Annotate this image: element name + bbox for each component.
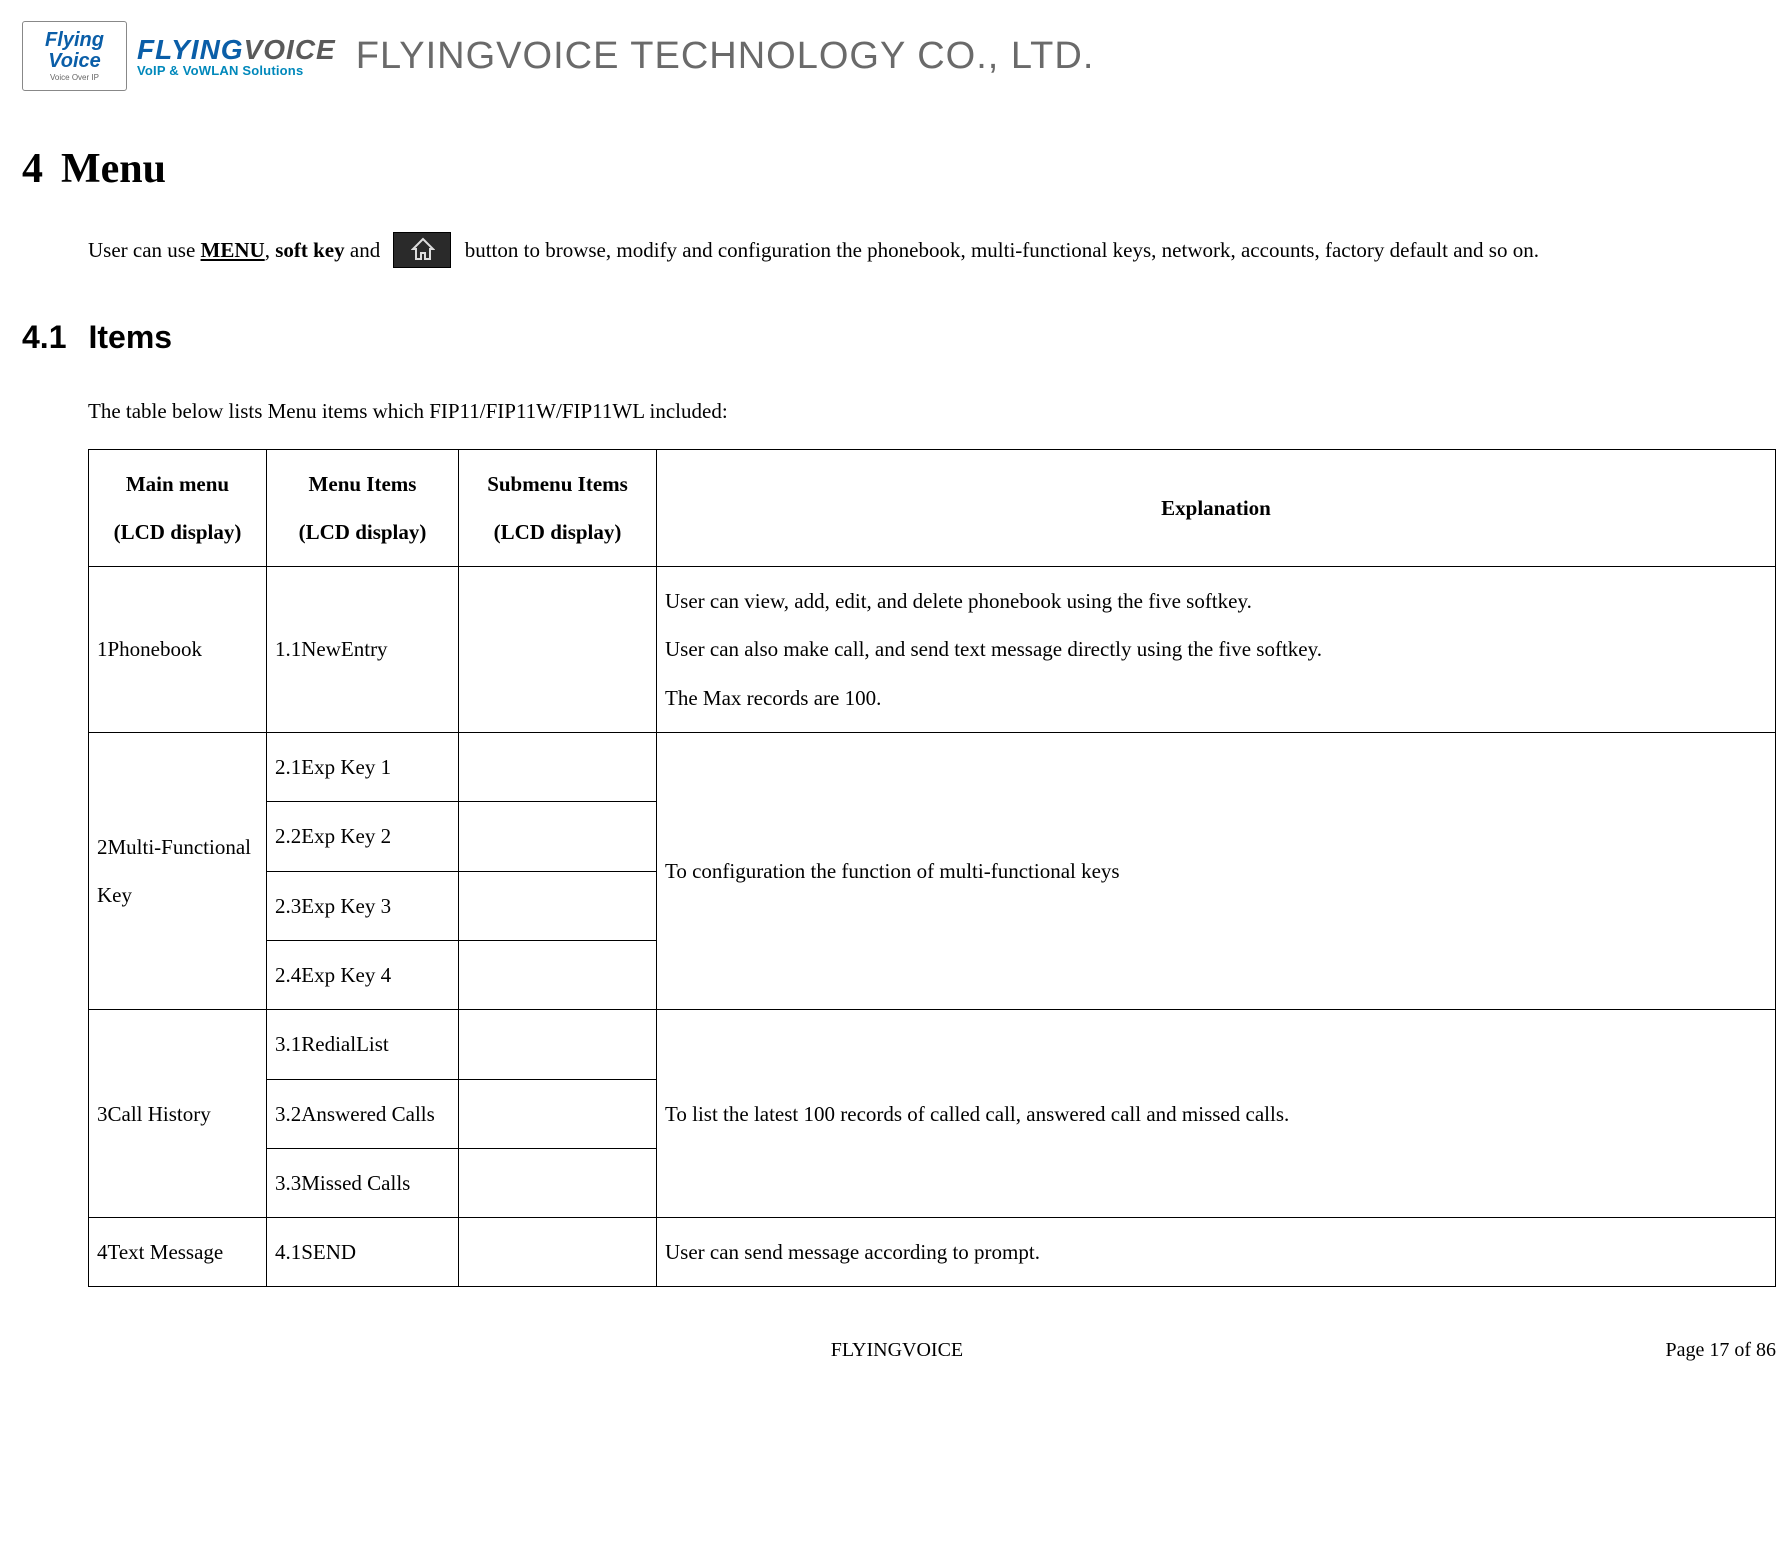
heading-4-1-num: 4.1 — [22, 319, 66, 355]
heading-4-1-title: Items — [88, 319, 172, 355]
footer-page-number: Page 17 of 86 — [1665, 1331, 1776, 1369]
cell-sub — [459, 567, 657, 733]
cell-sub — [459, 940, 657, 1009]
cell-sub — [459, 871, 657, 940]
cell-exp: User can send message according to promp… — [657, 1218, 1776, 1287]
intro-sep2: and — [345, 238, 386, 262]
th-explanation: Explanation — [657, 449, 1776, 567]
cell-exp-l3: The Max records are 100. — [665, 674, 1767, 722]
logo-word-sub: VoIP & VoWLAN Solutions — [137, 64, 336, 78]
cell-item: 3.3Missed Calls — [267, 1148, 459, 1217]
menu-items-table: Main menu (LCD display) Menu Items (LCD … — [88, 449, 1776, 1288]
cell-sub — [459, 1010, 657, 1079]
th-main-menu-l2: (LCD display) — [97, 508, 258, 556]
cell-main: 1Phonebook — [89, 567, 267, 733]
cell-exp-l1: User can view, add, edit, and delete pho… — [665, 577, 1767, 625]
cell-item: 4.1SEND — [267, 1218, 459, 1287]
logo-mark-top: Flying — [45, 30, 104, 51]
cell-main: 3Call History — [89, 1010, 267, 1218]
intro-softkey-word: soft key — [275, 238, 344, 262]
th-submenu-l1: Submenu Items — [467, 460, 648, 508]
logo-mark-bot: Voice — [48, 51, 101, 72]
intro-prefix: User can use — [88, 238, 201, 262]
cell-main: 2Multi-Functional Key — [89, 733, 267, 1010]
logo-block: Flying Voice Voice Over IP FLYINGVOICE V… — [22, 21, 336, 91]
th-submenu-l2: (LCD display) — [467, 508, 648, 556]
cell-item: 1.1NewEntry — [267, 567, 459, 733]
cell-exp: User can view, add, edit, and delete pho… — [657, 567, 1776, 733]
th-menu-items-l2: (LCD display) — [275, 508, 450, 556]
cell-sub — [459, 733, 657, 802]
th-main-menu: Main menu (LCD display) — [89, 449, 267, 567]
page-header: Flying Voice Voice Over IP FLYINGVOICE V… — [22, 20, 1757, 92]
cell-item: 2.1Exp Key 1 — [267, 733, 459, 802]
cell-exp: To configuration the function of multi-f… — [657, 733, 1776, 1010]
table-row: 4Text Message 4.1SEND User can send mess… — [89, 1218, 1776, 1287]
intro-paragraph: User can use MENU, soft key and button t… — [88, 225, 1757, 275]
intro-menu-word: MENU — [201, 238, 265, 262]
cell-item: 2.4Exp Key 4 — [267, 940, 459, 1009]
logo-word-voice: VOICE — [244, 34, 336, 65]
page-footer: FLYINGVOICE Page 17 of 86 — [88, 1331, 1776, 1357]
logo-mark: Flying Voice Voice Over IP — [22, 21, 127, 91]
company-name: FLYINGVOICE TECHNOLOGY CO., LTD. — [356, 20, 1095, 92]
intro-sep1: , — [265, 238, 276, 262]
th-main-menu-l1: Main menu — [97, 460, 258, 508]
logo-mark-sub: Voice Over IP — [50, 74, 99, 82]
logo-word-fly: FLYING — [137, 34, 244, 65]
cell-item: 2.2Exp Key 2 — [267, 802, 459, 871]
cell-item: 3.1RedialList — [267, 1010, 459, 1079]
heading-4-title: Menu — [61, 146, 166, 192]
cell-sub — [459, 802, 657, 871]
heading-4: 4 Menu — [22, 130, 1757, 210]
cell-sub — [459, 1079, 657, 1148]
home-button-icon — [393, 232, 451, 268]
table-header-row: Main menu (LCD display) Menu Items (LCD … — [89, 449, 1776, 567]
cell-item: 2.3Exp Key 3 — [267, 871, 459, 940]
logo-wordmark: FLYINGVOICE VoIP & VoWLAN Solutions — [137, 35, 336, 78]
heading-4-1: 4.1 Items — [22, 307, 1757, 368]
cell-exp-l2: User can also make call, and send text m… — [665, 625, 1767, 673]
table-row: 3Call History 3.1RedialList To list the … — [89, 1010, 1776, 1079]
footer-center: FLYINGVOICE — [831, 1331, 963, 1369]
cell-exp: To list the latest 100 records of called… — [657, 1010, 1776, 1218]
cell-main: 4Text Message — [89, 1218, 267, 1287]
th-submenu: Submenu Items (LCD display) — [459, 449, 657, 567]
th-menu-items-l1: Menu Items — [275, 460, 450, 508]
th-menu-items: Menu Items (LCD display) — [267, 449, 459, 567]
cell-sub — [459, 1148, 657, 1217]
heading-4-num: 4 — [22, 146, 43, 192]
cell-sub — [459, 1218, 657, 1287]
table-row: 1Phonebook 1.1NewEntry User can view, ad… — [89, 567, 1776, 733]
cell-item: 3.2Answered Calls — [267, 1079, 459, 1148]
intro-suffix: button to browse, modify and configurati… — [459, 238, 1539, 262]
items-intro: The table below lists Menu items which F… — [88, 386, 1757, 436]
table-row: 2Multi-Functional Key 2.1Exp Key 1 To co… — [89, 733, 1776, 802]
